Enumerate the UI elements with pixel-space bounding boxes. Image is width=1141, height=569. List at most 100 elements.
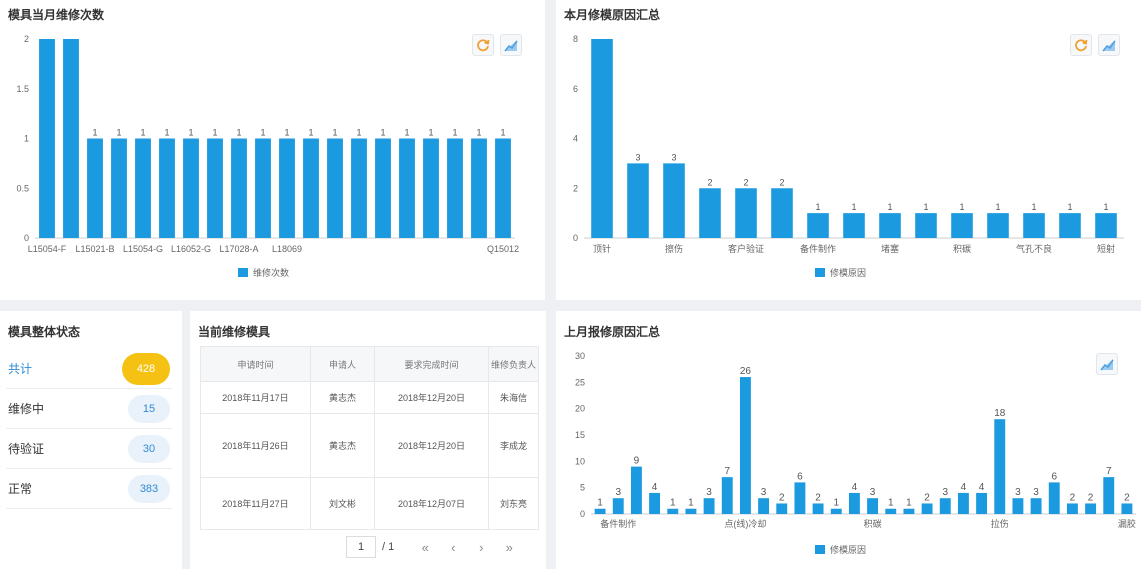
bar: [627, 163, 649, 238]
table-row[interactable]: 2018年11月17日 黄志杰 2018年12月20日 朱海信: [200, 381, 539, 414]
repair-table: 申请时间 申请人 要求完成时间 维修负责人 2018年11月17日 黄志杰 20…: [200, 346, 539, 530]
bar: [471, 138, 487, 238]
monthly-repairs-chart: 0 0.5 1 1.5 2 1 1 1 1 1 1 1 1 1 1 1 1 1 1 1 1 1 1 L15054-F L1502…: [16, 34, 519, 278]
data-label: 9: [634, 456, 640, 467]
current-molds-title: 当前维修模具: [198, 325, 271, 339]
y-tick-label: 0: [573, 233, 578, 243]
x-tick-label: L16052-G: [171, 244, 211, 254]
data-label: 7: [1106, 466, 1112, 477]
page-total: / 1: [382, 541, 395, 553]
bar: [1023, 213, 1045, 238]
status-row-pending-verification[interactable]: 待验证 30: [6, 429, 172, 469]
bar: [703, 498, 715, 514]
x-tick-label: L15021-B: [75, 244, 114, 254]
bar: [423, 138, 439, 238]
data-label: 2: [743, 177, 748, 187]
bar: [612, 498, 624, 514]
bar: [649, 492, 661, 514]
data-label: 1: [815, 202, 820, 212]
first-page-icon[interactable]: «: [414, 536, 436, 558]
bar: [159, 138, 175, 238]
table-row[interactable]: 2018年11月27日 刘文彬 2018年12月07日 刘东亮: [200, 477, 539, 530]
mold-status-title: 模具整体状态: [8, 325, 81, 339]
table-header-row: 申请时间 申请人 要求完成时间 维修负责人: [200, 346, 539, 382]
x-tick-label: 短射: [1097, 243, 1115, 254]
data-label: 1: [380, 128, 385, 138]
y-tick-label: 5: [580, 483, 585, 493]
bar: [255, 138, 271, 238]
data-label: 1: [212, 128, 217, 138]
next-page-icon[interactable]: ›: [470, 536, 492, 558]
bar: [87, 138, 103, 238]
y-tick-label: 0: [24, 233, 29, 243]
bar: [663, 163, 685, 238]
data-label: 2: [707, 177, 712, 187]
data-label: 2: [1088, 492, 1094, 503]
x-tick-label: L18069: [272, 244, 302, 254]
data-label: 18: [994, 408, 1006, 419]
status-row-normal[interactable]: 正常 383: [6, 469, 172, 509]
table-cell: 2018年12月20日: [374, 381, 489, 414]
bar: [994, 419, 1006, 514]
status-row-repairing[interactable]: 维修中 15: [6, 389, 172, 429]
y-tick-label: 2: [24, 34, 29, 44]
bar: [771, 188, 793, 238]
bar: [1059, 213, 1081, 238]
status-label: 待验证: [8, 442, 45, 456]
table-cell: 刘东亮: [488, 477, 539, 530]
x-tick-label: 漏胶: [1118, 518, 1136, 529]
data-label: 1: [500, 128, 505, 138]
column-header[interactable]: 申请人: [310, 346, 375, 382]
table-cell: 李成龙: [488, 413, 539, 478]
data-label: 1: [833, 498, 839, 509]
table-cell: 2018年11月27日: [200, 477, 311, 530]
bar: [667, 508, 679, 514]
bar: [303, 138, 319, 238]
bar: [976, 492, 988, 514]
status-row-total[interactable]: 共计 428: [6, 349, 172, 389]
bar: [699, 188, 721, 238]
last-page-icon[interactable]: »: [498, 536, 520, 558]
page-number-input[interactable]: 1: [346, 536, 376, 558]
table-cell: 朱海信: [488, 381, 539, 414]
bar: [111, 138, 127, 238]
data-label: 1: [308, 128, 313, 138]
data-label: 1: [923, 202, 928, 212]
bar: [183, 138, 199, 238]
bar: [1012, 498, 1024, 514]
bar: [957, 492, 969, 514]
bar: [867, 498, 879, 514]
table-row[interactable]: 2018年11月26日 黄志杰 2018年12月20日 李成龙: [200, 413, 539, 478]
x-tick-label: Q15012: [487, 244, 519, 254]
y-tick-label: 1.5: [16, 84, 29, 94]
column-header[interactable]: 维修负责人: [488, 346, 539, 382]
data-label: 2: [924, 492, 930, 503]
x-tick-label: 顶针: [593, 243, 611, 254]
y-tick-label: 20: [575, 404, 585, 414]
data-label: 1: [959, 202, 964, 212]
data-label: 1: [1103, 202, 1108, 212]
bar: [1030, 498, 1042, 514]
bar: [1095, 213, 1117, 238]
data-label: 2: [779, 177, 784, 187]
table-cell: 2018年12月07日: [374, 477, 489, 530]
y-tick-label: 25: [575, 377, 585, 387]
data-label: 1: [404, 128, 409, 138]
bar: [843, 213, 865, 238]
bar: [848, 492, 860, 514]
x-tick-label: 气孔不良: [1016, 243, 1052, 254]
bar: [1048, 482, 1060, 514]
data-label: 3: [615, 487, 621, 498]
data-label: 1: [887, 202, 892, 212]
column-header[interactable]: 申请时间: [200, 346, 311, 382]
prev-page-icon[interactable]: ‹: [442, 536, 464, 558]
pagination: 1 / 1 « ‹ › »: [346, 536, 520, 558]
x-tick-label: L15054-F: [28, 244, 67, 254]
bar: [794, 482, 806, 514]
legend-label: 修模原因: [830, 544, 866, 555]
data-label: 1: [428, 128, 433, 138]
column-header[interactable]: 要求完成时间: [374, 346, 489, 382]
bar: [231, 138, 247, 238]
table-cell: 刘文彬: [310, 477, 375, 530]
table-cell: 2018年12月20日: [374, 413, 489, 478]
